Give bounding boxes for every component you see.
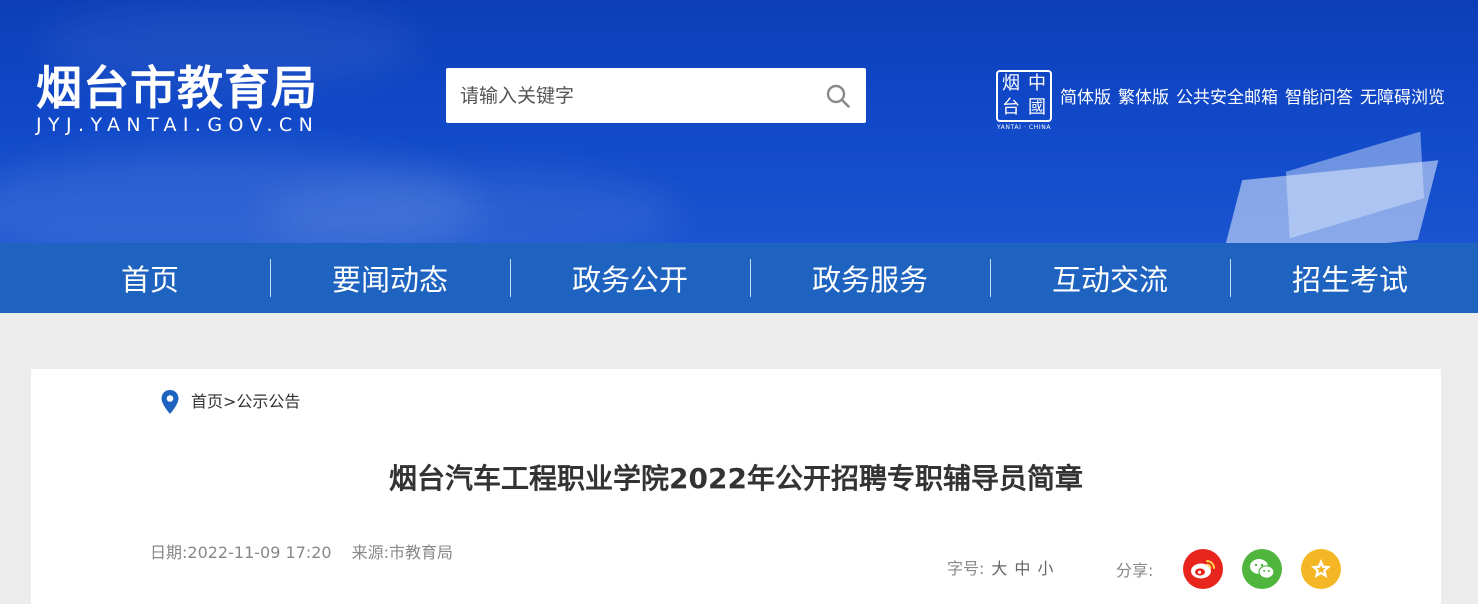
- header-banner: 烟台市教育局 JYJ.YANTAI.GOV.CN 烟 中 台 國 YANTAI …: [0, 0, 1478, 243]
- link-traditional[interactable]: 繁体版: [1118, 86, 1169, 110]
- seal-char: 國: [1028, 97, 1046, 118]
- weibo-icon: [1191, 560, 1216, 579]
- article-card: 首页>公示公告 烟台汽车工程职业学院2022年公开招聘专职辅导员简章 日期:20…: [31, 369, 1441, 604]
- link-smart-qa[interactable]: 智能问答: [1285, 86, 1353, 110]
- share-label: 分享:: [1116, 561, 1154, 580]
- article-date: 日期:2022-11-09 17:20: [150, 543, 332, 562]
- location-pin-icon: [161, 390, 179, 414]
- share-weibo-button[interactable]: [1183, 549, 1224, 589]
- article-source: 来源:市教育局: [351, 543, 453, 562]
- breadcrumb: 首页>公示公告: [161, 389, 300, 415]
- font-size-control: 字号: 大 中 小: [947, 557, 1053, 581]
- nav-item-gov-affairs[interactable]: 政务公开: [510, 259, 750, 297]
- nav-item-exams[interactable]: 招生考试: [1230, 259, 1470, 297]
- nav-item-news[interactable]: 要闻动态: [270, 259, 510, 297]
- share-bar: 分享:: [1116, 549, 1360, 589]
- seal-glyphs: 烟 中 台 國: [996, 70, 1052, 122]
- site-domain: JYJ.YANTAI.GOV.CN: [36, 114, 320, 136]
- share-favorite-button[interactable]: [1301, 549, 1342, 589]
- font-size-medium[interactable]: 中: [1014, 557, 1030, 581]
- seal-char: 烟: [1002, 73, 1020, 94]
- search-icon: [826, 84, 850, 108]
- site-title[interactable]: 烟台市教育局: [36, 58, 318, 118]
- article-meta: 日期:2022-11-09 17:20 来源:市教育局: [150, 541, 453, 565]
- link-safety-mailbox[interactable]: 公共安全邮箱: [1176, 86, 1278, 110]
- link-simplified[interactable]: 简体版: [1060, 86, 1111, 110]
- font-size-large[interactable]: 大: [991, 557, 1007, 581]
- main-nav: 首页 要闻动态 政务公开 政务服务 互动交流 招生考试: [0, 243, 1478, 313]
- city-seal-logo: 烟 中 台 國 YANTAI · CHINA: [995, 70, 1053, 132]
- font-size-small[interactable]: 小: [1037, 557, 1053, 581]
- nav-item-interaction[interactable]: 互动交流: [990, 259, 1230, 297]
- search-box: [446, 68, 866, 123]
- top-links: 简体版 繁体版 公共安全邮箱 智能问答 无障碍浏览: [1060, 86, 1445, 110]
- nav-item-gov-services[interactable]: 政务服务: [750, 259, 990, 297]
- search-button[interactable]: [810, 68, 866, 123]
- star-icon: [1311, 559, 1332, 578]
- nav-item-home[interactable]: 首页: [30, 259, 270, 297]
- seal-caption: YANTAI · CHINA: [996, 124, 1052, 131]
- seal-char: 中: [1028, 73, 1046, 94]
- wechat-icon: [1250, 559, 1276, 579]
- seal-char: 台: [1002, 97, 1020, 118]
- link-accessibility[interactable]: 无障碍浏览: [1360, 86, 1445, 110]
- article-title: 烟台汽车工程职业学院2022年公开招聘专职辅导员简章: [389, 462, 1083, 495]
- breadcrumb-path[interactable]: 首页>公示公告: [191, 389, 300, 415]
- share-wechat-button[interactable]: [1242, 549, 1283, 589]
- font-size-label: 字号:: [947, 559, 985, 578]
- search-input[interactable]: [446, 68, 810, 123]
